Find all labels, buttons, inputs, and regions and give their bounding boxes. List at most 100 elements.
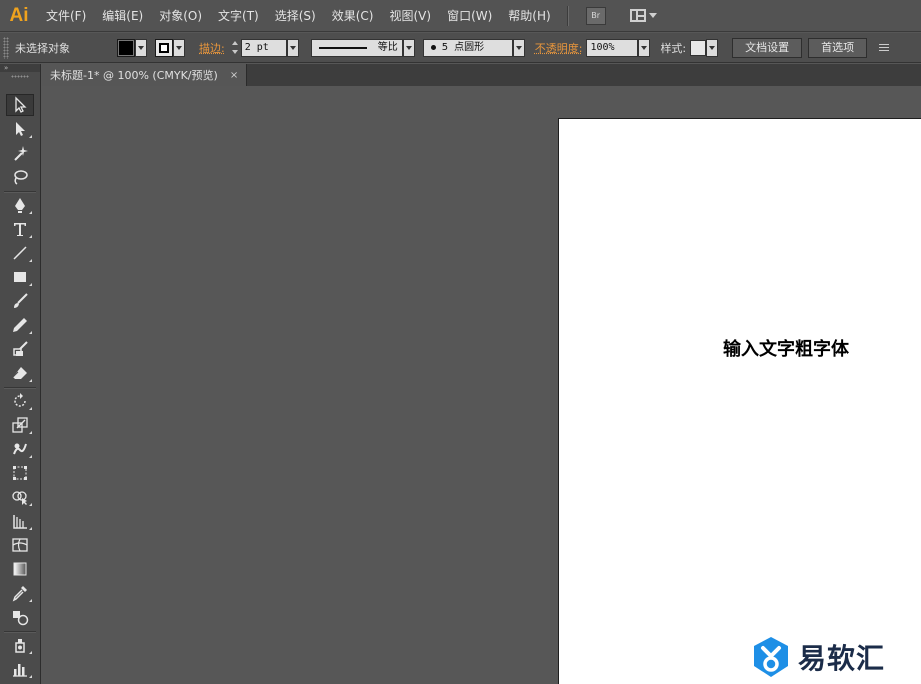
blob-brush-icon — [13, 341, 28, 356]
blend-icon — [13, 611, 29, 626]
selection-tool[interactable] — [6, 94, 34, 116]
menu-select[interactable]: 选择(S) — [267, 0, 324, 32]
stroke-label[interactable]: 描边: — [199, 40, 225, 56]
preferences-button[interactable]: 首选项 — [808, 37, 868, 58]
selection-arrow-icon — [15, 96, 27, 113]
document-tab-bar: 未标题-1* @ 100% (CMYK/预览) × — [42, 64, 921, 86]
warp-icon — [13, 443, 27, 455]
stroke-weight-input[interactable]: 2 pt — [240, 38, 287, 57]
paintbrush-tool[interactable] — [6, 290, 34, 312]
symbol-sprayer-icon — [15, 639, 25, 653]
eraser-icon — [12, 367, 27, 379]
brush-size-value: 5 — [441, 41, 449, 53]
paintbrush-icon — [14, 293, 28, 308]
stroke-weight-dropdown-button[interactable] — [286, 38, 299, 57]
menu-edit[interactable]: 编辑(E) — [94, 0, 151, 32]
stroke-profile-value: 等比 — [377, 41, 398, 53]
bridge-button[interactable]: Br — [585, 6, 606, 25]
menu-help[interactable]: 帮助(H) — [500, 0, 558, 32]
opacity-label[interactable]: 不透明度: — [535, 40, 583, 56]
artboard-text-object[interactable]: 输入文字粗字体 — [723, 335, 849, 361]
fill-color-swatch[interactable] — [117, 38, 135, 57]
close-icon[interactable]: × — [230, 70, 238, 81]
perspective-grid-tool[interactable] — [6, 510, 34, 532]
stroke-profile-select[interactable]: 等比 — [310, 38, 403, 57]
blob-brush-tool[interactable] — [6, 338, 34, 360]
graphic-style-dropdown-button[interactable] — [706, 38, 719, 57]
menu-effect[interactable]: 效果(C) — [324, 0, 382, 32]
stroke-weight-stepper[interactable] — [229, 39, 241, 57]
eyedropper-tool[interactable] — [6, 582, 34, 604]
brush-shape-value: 点圆形 — [454, 41, 485, 53]
symbol-sprayer-tool[interactable] — [6, 634, 34, 656]
rectangle-tool[interactable] — [6, 266, 34, 288]
blend-tool[interactable] — [6, 606, 34, 628]
chevron-down-icon — [648, 13, 657, 18]
lasso-icon — [14, 170, 28, 185]
brush-dot-icon — [430, 45, 436, 50]
line-segment-tool[interactable] — [6, 242, 34, 264]
mesh-tool[interactable] — [6, 534, 34, 556]
watermark: 易软汇 — [752, 636, 885, 678]
opacity-dropdown-button[interactable] — [638, 38, 651, 57]
direct-selection-arrow-icon — [16, 122, 25, 136]
control-bar-menu-icon[interactable] — [879, 44, 890, 51]
shape-builder-tool[interactable] — [6, 486, 34, 508]
menu-view[interactable]: 视图(V) — [381, 0, 439, 32]
graphic-style-swatch[interactable] — [690, 39, 707, 56]
lasso-tool[interactable] — [6, 166, 34, 188]
stroke-profile-dropdown-button[interactable] — [402, 38, 415, 57]
shape-builder-icon — [12, 491, 27, 505]
eyedropper-icon — [12, 586, 27, 602]
free-transform-icon — [13, 466, 27, 480]
type-tool[interactable] — [6, 218, 34, 240]
brush-dropdown-button[interactable] — [512, 38, 525, 57]
app-logo: Ai — [9, 4, 29, 26]
canvas-area[interactable]: 输入文字粗字体 — [42, 86, 921, 684]
magic-wand-icon — [14, 146, 28, 161]
line-segment-icon — [13, 246, 27, 260]
menu-window[interactable]: 窗口(W) — [439, 0, 500, 32]
warp-tool[interactable] — [6, 438, 34, 460]
stroke-color-swatch[interactable] — [155, 38, 173, 57]
stroke-color-dropdown-button[interactable] — [173, 38, 185, 57]
fill-dropdown-button[interactable] — [135, 38, 147, 57]
menu-type[interactable]: 文字(T) — [210, 0, 267, 32]
pencil-tool[interactable] — [6, 314, 34, 336]
gradient-tool[interactable] — [6, 558, 34, 580]
panel-grip-icon[interactable] — [3, 36, 9, 59]
tools-panel: » — [0, 64, 41, 684]
gradient-icon — [13, 562, 27, 576]
eraser-tool[interactable] — [6, 362, 34, 384]
workspace-layout-icon — [629, 9, 646, 22]
magic-wand-tool[interactable] — [6, 142, 34, 164]
menu-object[interactable]: 对象(O) — [151, 0, 210, 32]
menu-file[interactable]: 文件(F) — [38, 0, 94, 32]
artboard[interactable]: 输入文字粗字体 — [558, 118, 921, 684]
perspective-grid-icon — [13, 515, 27, 529]
rotate-tool[interactable] — [6, 390, 34, 412]
type-icon — [14, 223, 26, 236]
column-graph-icon — [13, 664, 27, 677]
stroke-line-preview — [318, 46, 367, 49]
brush-definition-select[interactable]: 5 点圆形 — [422, 38, 513, 57]
free-transform-tool[interactable] — [6, 462, 34, 484]
stepper-up-icon — [231, 41, 238, 45]
watermark-logo-icon — [754, 637, 788, 677]
column-graph-tool[interactable] — [6, 658, 34, 680]
menu-separator — [566, 5, 568, 26]
document-tab[interactable]: 未标题-1* @ 100% (CMYK/预览) × — [42, 64, 248, 86]
style-label: 样式: — [660, 41, 687, 55]
direct-selection-tool[interactable] — [6, 118, 34, 140]
tools-panel-collapse-icon[interactable]: » — [0, 64, 40, 72]
opacity-input[interactable]: 100% — [586, 38, 639, 57]
control-bar: 未选择对象 描边: 2 pt 等比 5 点圆形 不透明度: 100% 样式: 文… — [0, 33, 921, 63]
scale-tool[interactable] — [6, 414, 34, 436]
document-tab-title: 未标题-1* @ 100% (CMYK/预览) — [50, 69, 218, 82]
document-setup-button[interactable]: 文档设置 — [732, 37, 803, 58]
tools-panel-grip[interactable] — [0, 72, 40, 80]
mesh-icon — [12, 538, 28, 552]
menu-bar: Ai 文件(F) 编辑(E) 对象(O) 文字(T) 选择(S) 效果(C) 视… — [0, 0, 921, 32]
workspace-switcher-button[interactable] — [629, 9, 657, 22]
pen-tool[interactable] — [6, 194, 34, 216]
